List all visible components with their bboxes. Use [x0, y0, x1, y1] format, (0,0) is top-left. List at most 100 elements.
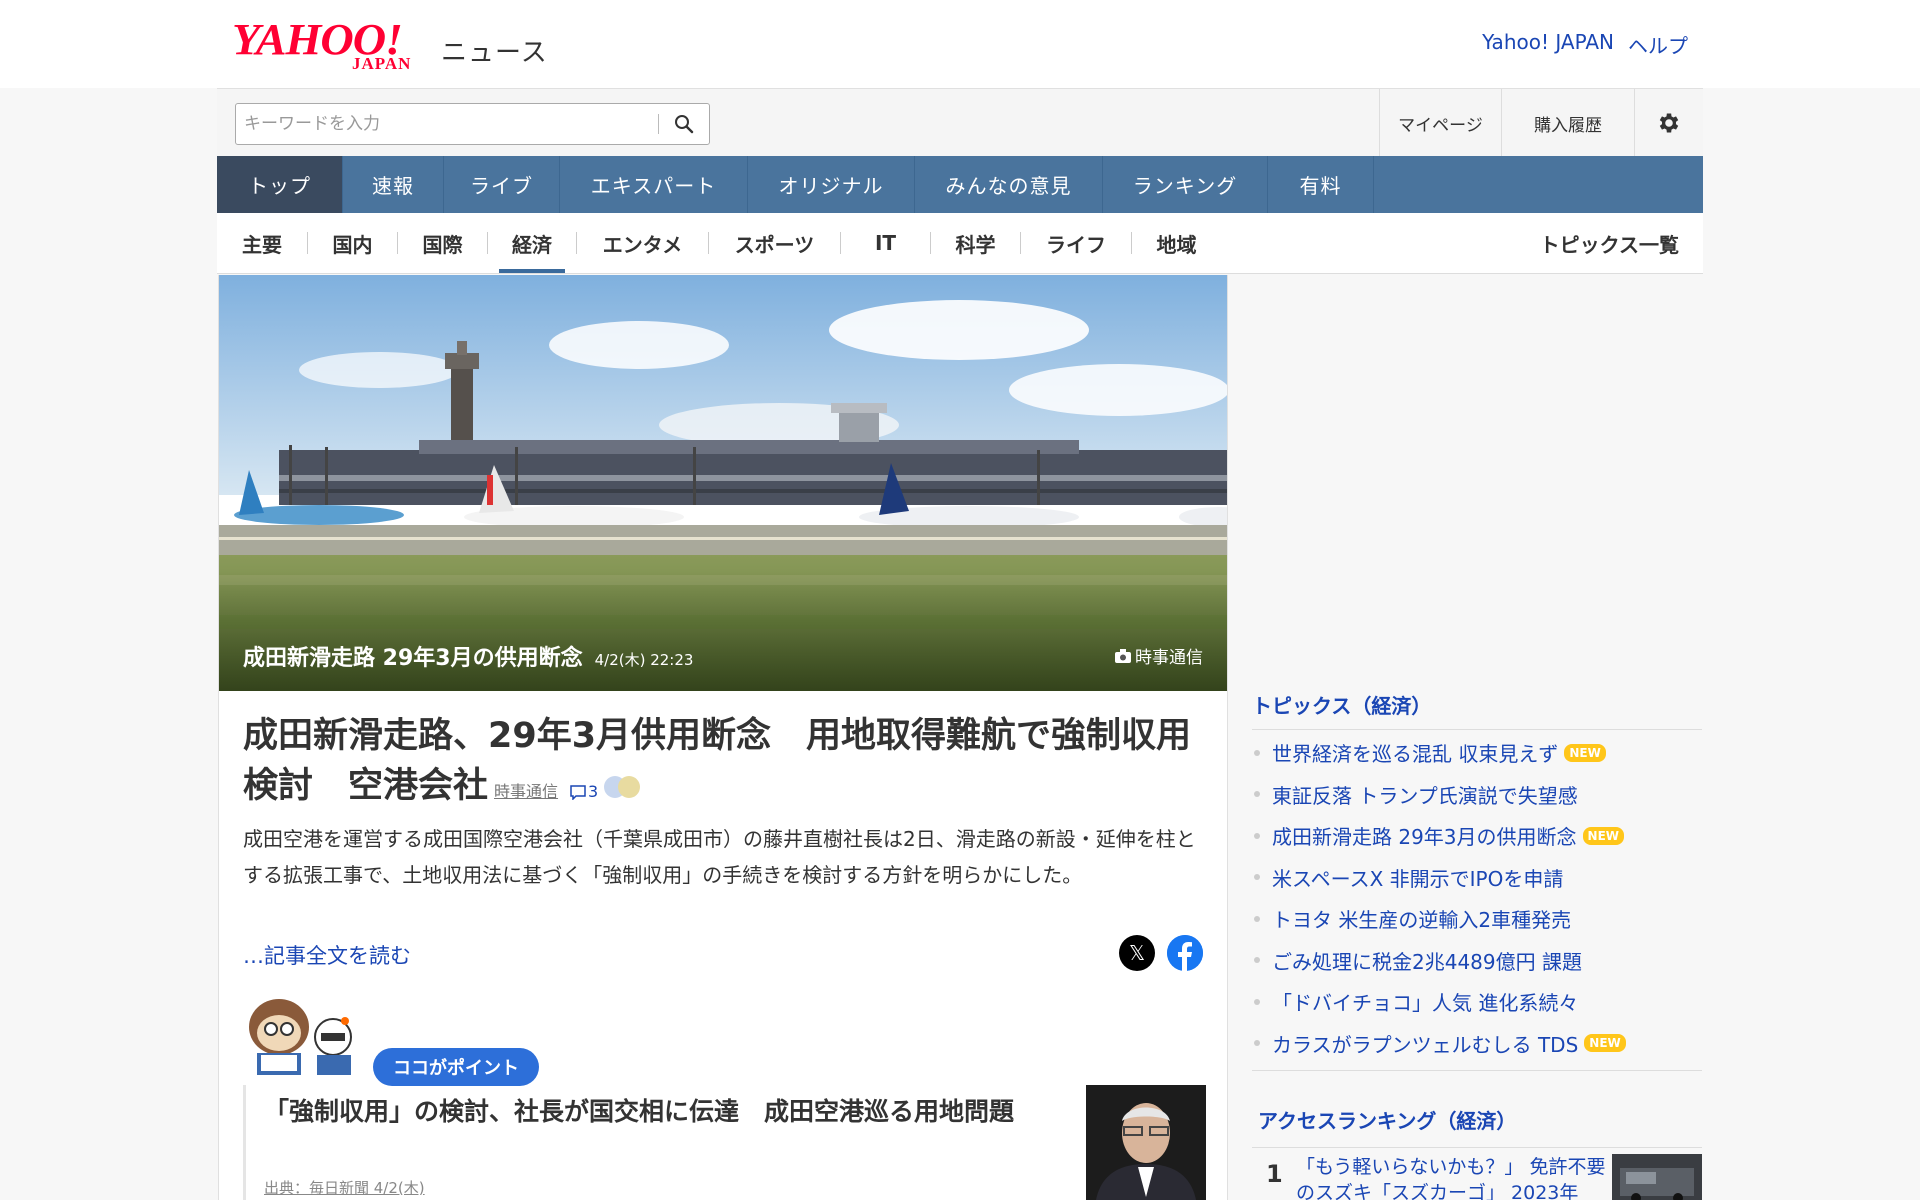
hero-caption-title: 成田新滑走路 29年3月の供用断念	[243, 646, 583, 671]
bullet	[1254, 915, 1260, 922]
camera-icon	[1115, 648, 1131, 663]
hero-image[interactable]: 成田新滑走路 29年3月の供用断念 4/2(木) 22:23 時事通信	[219, 275, 1227, 691]
bullet	[1254, 832, 1260, 839]
yahoo-news-logo[interactable]: YAHOO! JAPAN ニュース	[232, 16, 548, 74]
mypage-link[interactable]: マイページ	[1379, 89, 1501, 157]
category-it[interactable]: IT	[841, 213, 930, 273]
read-full-article-link[interactable]: …記事全文を読む	[243, 940, 411, 970]
search-icon	[675, 115, 694, 134]
search-input[interactable]	[236, 105, 658, 143]
category-sports[interactable]: スポーツ	[709, 213, 840, 273]
nav-tab-paid[interactable]: 有料	[1268, 156, 1374, 213]
hero-caption[interactable]: 成田新滑走路 29年3月の供用断念 4/2(木) 22:23	[243, 640, 693, 672]
search-bar-row: マイページ 購入履歴	[217, 88, 1703, 157]
topic-link[interactable]: 米スペースX 非開示でIPOを申請	[1272, 863, 1563, 892]
topic-link[interactable]: 世界経済を巡る混乱 収束見えず	[1272, 738, 1558, 767]
list-item[interactable]: ごみ処理に税金2兆4489億円 課題	[1252, 940, 1702, 982]
topic-link[interactable]: 東証反落 トランプ氏演説で失望感	[1272, 780, 1578, 809]
topics-list: 世界経済を巡る混乱 収束見えず NEW 東証反落 トランプ氏演説で失望感 成田新滑…	[1252, 732, 1702, 1064]
ranking-thumbnail[interactable]	[1612, 1154, 1702, 1200]
category-main[interactable]: 主要	[217, 213, 307, 273]
category-region[interactable]: 地域	[1132, 213, 1221, 273]
article-title-text: 成田新滑走路、29年3月供用断念 用地取得難航で強制収用検討 空港会社	[243, 716, 1192, 806]
article-summary: 成田空港を運営する成田国際空港会社（千葉県成田市）の藤井直樹社長は2日、滑走路の…	[243, 827, 1196, 887]
search-box	[235, 103, 710, 145]
related-article-thumbnail[interactable]	[1086, 1085, 1206, 1200]
hero-overlay	[219, 571, 1227, 691]
bullet	[1254, 998, 1260, 1005]
logo-sub: JAPAN	[352, 54, 412, 73]
nav-tab-original[interactable]: オリジナル	[748, 156, 915, 213]
topics-heading[interactable]: トピックス（経済）	[1252, 690, 1702, 730]
list-item[interactable]: カラスがラプンツェルむしる TDS NEW	[1252, 1023, 1702, 1065]
divider	[1252, 1070, 1702, 1071]
list-item[interactable]: 成田新滑走路 29年3月の供用断念 NEW	[1252, 815, 1702, 857]
new-badge: NEW	[1582, 826, 1625, 845]
list-item[interactable]: 「ドバイチョコ」人気 進化系続々	[1252, 981, 1702, 1023]
nav-tab-ranking[interactable]: ランキング	[1103, 156, 1268, 213]
topic-link[interactable]: 成田新滑走路 29年3月の供用断念	[1272, 821, 1577, 850]
list-item[interactable]: トヨタ 米生産の逆輸入2車種発売	[1252, 898, 1702, 940]
category-entertainment[interactable]: エンタメ	[577, 213, 708, 273]
topic-link[interactable]: 「ドバイチョコ」人気 進化系続々	[1272, 987, 1578, 1016]
category-science[interactable]: 科学	[931, 213, 1020, 273]
category-domestic[interactable]: 国内	[308, 213, 397, 273]
person-photo	[1086, 1085, 1206, 1200]
point-badge[interactable]: ココがポイント	[373, 1048, 539, 1086]
topic-link[interactable]: ごみ処理に税金2兆4489億円 課題	[1272, 946, 1582, 975]
hero-credit: 時事通信	[1115, 643, 1203, 668]
list-item[interactable]: 米スペースX 非開示でIPOを申請	[1252, 857, 1702, 899]
service-name[interactable]: ニュース	[441, 32, 548, 69]
divider	[487, 232, 488, 254]
nav-tab-expert[interactable]: エキスパート	[560, 156, 748, 213]
yahoo-japan-link[interactable]: Yahoo! JAPAN	[1482, 30, 1614, 59]
category-international[interactable]: 国際	[398, 213, 487, 273]
purchase-history-link[interactable]: 購入履歴	[1501, 89, 1634, 157]
category-life[interactable]: ライフ	[1021, 213, 1131, 273]
article-title[interactable]: 成田新滑走路、29年3月供用断念 用地取得難航で強制収用検討 空港会社 時事通信 3	[243, 711, 1203, 817]
topic-link[interactable]: カラスがラプンツェルむしる TDS	[1272, 1029, 1578, 1058]
category-nav: 主要 国内 国際 経済 エンタメ スポーツ IT 科学 ライフ 地域 トピックス…	[217, 213, 1703, 274]
related-article-source: 出典：毎日新聞 4/2(木)	[264, 1179, 425, 1197]
nav-tab-top[interactable]: トップ	[217, 156, 343, 213]
gear-icon	[1659, 113, 1679, 133]
help-link[interactable]: ヘルプ	[1628, 30, 1688, 59]
hero-caption-date: 4/2(木) 22:23	[594, 651, 694, 669]
comment-count-link[interactable]: 3	[570, 782, 598, 801]
list-item[interactable]: 世界経済を巡る混乱 収束見えず NEW	[1252, 732, 1702, 774]
share-facebook-button[interactable]	[1167, 935, 1203, 971]
nav-tab-live[interactable]: ライブ	[444, 156, 560, 213]
x-logo-icon: 𝕏	[1128, 941, 1146, 965]
bullet	[1254, 874, 1260, 881]
article-source[interactable]: 時事通信	[494, 782, 558, 801]
reaction-face-icon	[618, 776, 641, 798]
search-button[interactable]	[659, 104, 709, 144]
topics-list-link[interactable]: トピックス一覧	[1540, 213, 1679, 273]
nav-tab-opinions[interactable]: みんなの意見	[915, 156, 1103, 213]
related-article[interactable]: 「強制収用」の検討、社長が国交相に伝達 成田空港巡る用地問題 出典：毎日新聞 4…	[243, 1085, 1206, 1200]
comment-count: 3	[588, 782, 599, 801]
nav-tab-breaking[interactable]: 速報	[343, 156, 444, 213]
settings-button[interactable]	[1634, 89, 1703, 157]
site-header: YAHOO! JAPAN ニュース Yahoo! JAPAN ヘルプ	[0, 0, 1920, 88]
ranking-item[interactable]: 1 「もう軽いらないかも？」 免許不要のスズキ「スズカーゴ」 2023年	[1252, 1147, 1702, 1200]
vehicle-photo	[1612, 1154, 1702, 1200]
rank-number: 1	[1266, 1160, 1283, 1188]
ranking-heading[interactable]: アクセスランキング（経済）	[1258, 1105, 1516, 1134]
related-article-title[interactable]: 「強制収用」の検討、社長が国交相に伝達 成田空港巡る用地問題	[264, 1093, 1074, 1131]
mascot-characters-icon	[249, 999, 352, 1075]
list-item[interactable]: 東証反落 トランプ氏演説で失望感	[1252, 774, 1702, 816]
category-economy[interactable]: 経済	[499, 213, 565, 273]
bullet	[1254, 749, 1260, 756]
header-links: Yahoo! JAPAN ヘルプ	[1482, 30, 1688, 59]
share-x-button[interactable]: 𝕏	[1119, 935, 1155, 971]
comment-icon	[570, 785, 586, 801]
bullet	[1254, 1040, 1260, 1047]
hero-credit-text: 時事通信	[1135, 648, 1203, 668]
yahoo-japan-logo[interactable]: YAHOO! JAPAN	[232, 16, 437, 74]
category-list: 主要 国内 国際 経済 エンタメ スポーツ IT 科学 ライフ 地域	[217, 213, 1221, 273]
user-links: マイページ 購入履歴	[1379, 89, 1703, 157]
ranking-article-title[interactable]: 「もう軽いらないかも？」 免許不要のスズキ「スズカーゴ」 2023年	[1296, 1154, 1606, 1200]
bullet	[1254, 791, 1260, 798]
topic-link[interactable]: トヨタ 米生産の逆輸入2車種発売	[1272, 904, 1571, 933]
